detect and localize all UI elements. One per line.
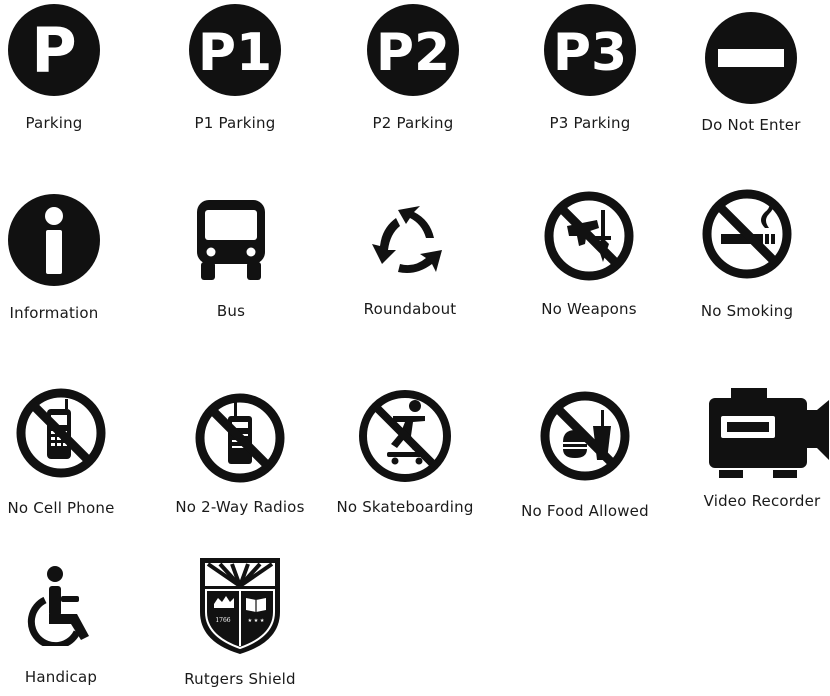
icon-label: Roundabout <box>363 300 457 318</box>
icon-tile-do-not-enter: Do Not Enter <box>671 10 830 134</box>
icon-label: Bus <box>216 302 246 320</box>
icon-tile-no-skateboarding: No Skateboarding <box>325 386 485 516</box>
icon-label: Parking <box>25 114 83 132</box>
icon-label: Rutgers Shield <box>184 670 296 688</box>
information-icon <box>8 194 100 286</box>
icon-tile-rutgers-shield: 1766 ★ ★ ★ Rutgers Shield <box>160 556 320 688</box>
p1-parking-icon: P1 <box>189 4 281 96</box>
handicap-icon <box>27 566 89 646</box>
svg-text:P3: P3 <box>553 23 627 83</box>
icon-label: Do Not Enter <box>701 116 801 134</box>
no-cell-phone-icon <box>16 388 106 478</box>
video-recorder-icon <box>709 388 829 478</box>
do-not-enter-icon <box>705 12 797 104</box>
icon-tile-no-smoking: No Smoking <box>667 184 827 320</box>
shield-year: 1766 <box>215 617 230 624</box>
p2-parking-icon: P2 <box>367 4 459 96</box>
no-weapons-icon <box>544 191 634 281</box>
no-skateboarding-icon <box>359 390 451 482</box>
icon-label: No 2-Way Radios <box>175 498 305 516</box>
icon-tile-no-radios: No 2-Way Radios <box>160 388 320 516</box>
shield-stars: ★ ★ ★ <box>248 618 265 624</box>
icon-tile-p1-parking: P1 P1 Parking <box>155 2 315 132</box>
parking-icon: P <box>8 4 100 96</box>
icon-label: No Smoking <box>700 302 794 320</box>
svg-text:P2: P2 <box>376 23 450 83</box>
icon-tile-no-cell-phone: No Cell Phone <box>0 383 141 517</box>
no-food-icon <box>540 391 630 481</box>
no-radios-icon <box>195 393 285 483</box>
icon-label: No Weapons <box>541 300 637 318</box>
icon-tile-handicap: Handicap <box>0 564 141 686</box>
bus-icon <box>197 200 265 280</box>
rutgers-shield-icon: 1766 ★ ★ ★ <box>200 558 280 654</box>
icon-tile-roundabout: Roundabout <box>330 194 490 318</box>
roundabout-icon <box>372 206 442 273</box>
icon-label: No Food Allowed <box>521 502 649 520</box>
icon-label: No Cell Phone <box>7 499 115 517</box>
icon-label: Handicap <box>24 668 98 686</box>
no-smoking-icon <box>702 189 792 279</box>
svg-text:P: P <box>31 14 76 87</box>
icon-label: P2 Parking <box>372 114 454 132</box>
icon-tile-p2-parking: P2 P2 Parking <box>333 2 493 132</box>
icon-tile-video-recorder: Video Recorder <box>682 388 830 510</box>
svg-text:P1: P1 <box>198 23 272 83</box>
icon-tile-p3-parking: P3 P3 Parking <box>510 2 670 132</box>
icon-label: P3 Parking <box>549 114 631 132</box>
icon-label: No Skateboarding <box>336 498 474 516</box>
icon-tile-bus: Bus <box>151 198 311 320</box>
icon-tile-no-weapons: No Weapons <box>509 186 669 318</box>
icon-label: Video Recorder <box>703 492 821 510</box>
icon-label: P1 Parking <box>194 114 276 132</box>
icon-tile-information: Information <box>0 192 134 322</box>
p3-parking-icon: P3 <box>544 4 636 96</box>
icon-label: Information <box>9 304 99 322</box>
icon-tile-no-food: No Food Allowed <box>505 386 665 520</box>
icon-tile-parking: P Parking <box>0 2 134 132</box>
